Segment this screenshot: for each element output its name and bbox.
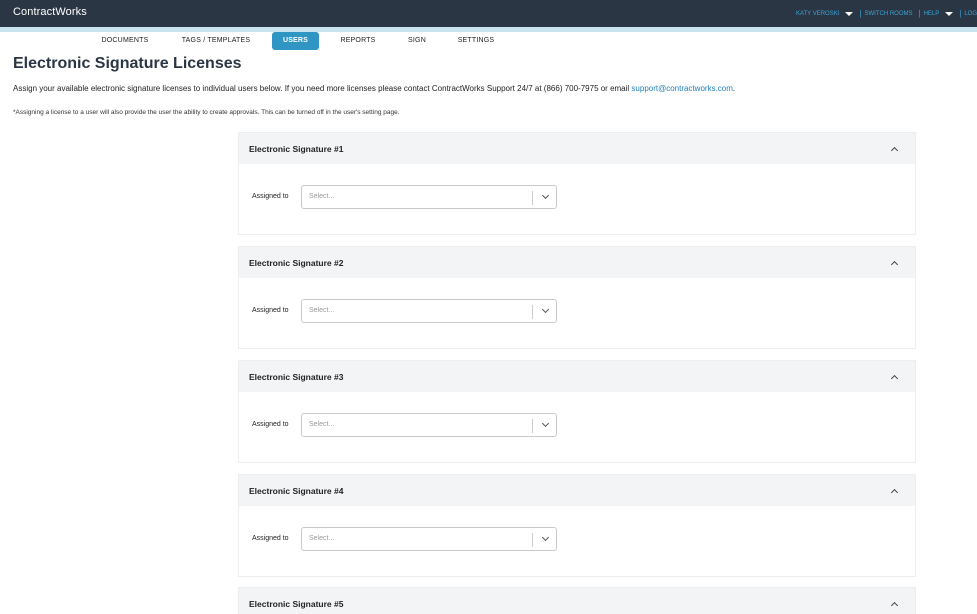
help-menu-button[interactable]: HELP xyxy=(924,11,954,17)
description-text: Assign your available electronic signatu… xyxy=(13,84,632,93)
select-placeholder: Select... xyxy=(309,535,335,542)
assignee-select[interactable]: Select... xyxy=(301,185,557,209)
assignee-select[interactable]: Select... xyxy=(301,413,557,437)
chevron-up-icon[interactable] xyxy=(890,374,899,382)
top-bar: ContractWorks KATY VEROSKI | SWITCH ROOM… xyxy=(0,0,977,27)
menu-separator: | xyxy=(859,9,862,18)
select-divider xyxy=(532,419,533,433)
select-placeholder: Select... xyxy=(309,193,335,200)
support-email-link[interactable]: support@contractworks.com xyxy=(631,84,733,93)
user-menu: KATY VEROSKI | SWITCH ROOMS | HELP | LOG xyxy=(796,0,977,27)
chevron-down-icon[interactable] xyxy=(541,191,550,200)
tab-tags-templates[interactable]: TAGS / TEMPLATES xyxy=(176,32,256,50)
tab-settings[interactable]: SETTINGS xyxy=(453,32,499,50)
panel-header[interactable]: Electronic Signature #2 xyxy=(239,247,915,278)
panel-header[interactable]: Electronic Signature #1 xyxy=(239,133,915,164)
assignee-select[interactable]: Select... xyxy=(301,299,557,323)
help-label: HELP xyxy=(923,10,940,17)
switch-rooms-link[interactable]: SWITCH ROOMS xyxy=(864,11,912,17)
license-panel: Electronic Signature #3 Assigned to Sele… xyxy=(238,360,916,463)
chevron-up-icon[interactable] xyxy=(890,146,899,154)
select-divider xyxy=(532,533,533,547)
chevron-up-icon[interactable] xyxy=(890,260,899,268)
caret-down-icon xyxy=(945,11,954,16)
assignee-select[interactable]: Select... xyxy=(301,527,557,551)
panel-body: Assigned to Select... xyxy=(239,392,915,462)
assigned-to-label: Assigned to xyxy=(252,421,289,428)
assigned-to-label: Assigned to xyxy=(252,535,289,542)
panel-body: Assigned to Select... xyxy=(239,278,915,348)
panel-title: Electronic Signature #2 xyxy=(249,257,344,268)
panel-title: Electronic Signature #3 xyxy=(249,371,344,382)
assigned-to-label: Assigned to xyxy=(252,307,289,314)
select-divider xyxy=(532,191,533,205)
description-end: . xyxy=(732,84,736,93)
tab-reports[interactable]: REPORTS xyxy=(336,32,380,50)
assigned-to-label: Assigned to xyxy=(252,193,289,200)
license-panel: Electronic Signature #2 Assigned to Sele… xyxy=(238,246,916,349)
user-menu-button[interactable]: KATY VEROSKI xyxy=(795,10,854,17)
license-panel: Electronic Signature #1 Assigned to Sele… xyxy=(238,132,916,235)
page-title: Electronic Signature Licenses xyxy=(13,55,242,72)
panel-body: Assigned to Select... xyxy=(239,164,915,234)
user-name: KATY VEROSKI xyxy=(795,10,840,17)
panel-header[interactable]: Electronic Signature #4 xyxy=(239,475,915,506)
chevron-down-icon[interactable] xyxy=(541,533,550,542)
tab-sign[interactable]: SIGN xyxy=(403,32,431,50)
menu-separator: | xyxy=(918,9,921,18)
select-divider xyxy=(532,305,533,319)
logout-link[interactable]: LOG xyxy=(964,11,977,17)
chevron-up-icon[interactable] xyxy=(890,488,899,496)
caret-down-icon xyxy=(845,11,854,16)
main-nav: DOCUMENTS TAGS / TEMPLATES USERS REPORTS… xyxy=(0,32,977,50)
menu-separator: | xyxy=(959,9,962,18)
tab-users[interactable]: USERS xyxy=(272,32,319,50)
select-placeholder: Select... xyxy=(309,307,335,314)
app-logo[interactable]: ContractWorks xyxy=(13,6,87,18)
panel-title: Electronic Signature #1 xyxy=(249,143,344,154)
license-panel: Electronic Signature #4 Assigned to Sele… xyxy=(238,474,916,577)
chevron-down-icon[interactable] xyxy=(541,419,550,428)
panel-body: Assigned to Select... xyxy=(239,506,915,576)
tab-documents[interactable]: DOCUMENTS xyxy=(96,32,154,50)
panel-title: Electronic Signature #4 xyxy=(249,485,344,496)
panel-title: Electronic Signature #5 xyxy=(249,598,344,609)
chevron-down-icon[interactable] xyxy=(541,305,550,314)
license-note: *Assigning a license to a user will also… xyxy=(13,109,400,116)
panel-header[interactable]: Electronic Signature #5 xyxy=(239,588,915,614)
page-description: Assign your available electronic signatu… xyxy=(13,84,735,93)
license-panel: Electronic Signature #5 xyxy=(238,587,916,614)
panel-header[interactable]: Electronic Signature #3 xyxy=(239,361,915,392)
select-placeholder: Select... xyxy=(309,421,335,428)
chevron-up-icon[interactable] xyxy=(890,601,899,609)
